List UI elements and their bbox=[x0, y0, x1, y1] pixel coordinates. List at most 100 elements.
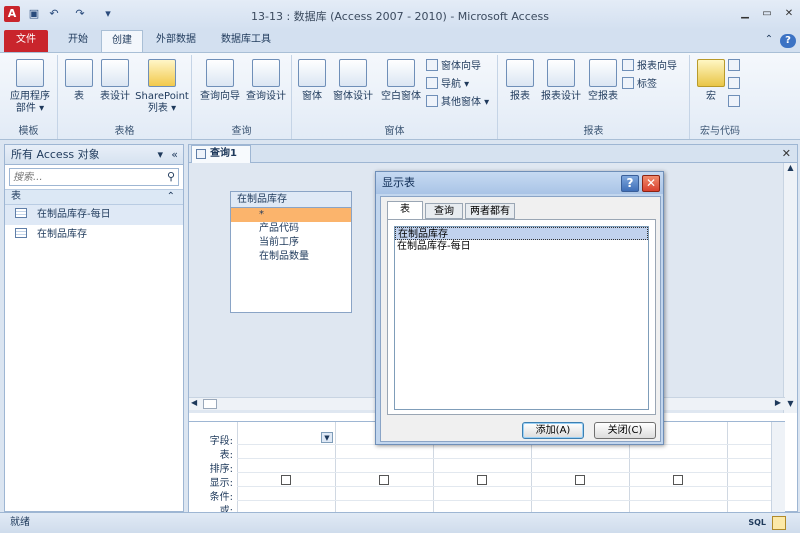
nav-dropdown-icon[interactable]: ▾ bbox=[157, 145, 163, 164]
navigation-button[interactable]: 导航 ▾ bbox=[426, 77, 469, 93]
query-design-button[interactable]: 查询设计 bbox=[244, 59, 288, 103]
field-all[interactable]: * bbox=[231, 208, 351, 222]
group-forms: 窗体 窗体设计 空白窗体 窗体向导 导航 ▾ 其他窗体 ▾ 窗体 bbox=[292, 55, 498, 139]
status-text: 就绪 bbox=[10, 517, 30, 528]
query-design-icon bbox=[252, 59, 280, 87]
field-list-title[interactable]: 在制品库存 bbox=[231, 192, 351, 208]
dialog-tab-both[interactable]: 两者都有 bbox=[465, 203, 515, 219]
nav-item-wip-daily[interactable]: 在制品库存-每日 bbox=[5, 205, 183, 225]
form-button[interactable]: 窗体 bbox=[296, 59, 328, 103]
tab-external-data[interactable]: 外部数据 bbox=[148, 30, 204, 52]
form-icon bbox=[298, 59, 326, 87]
table-icon bbox=[15, 228, 27, 238]
scroll-down-icon[interactable]: ▼ bbox=[784, 399, 797, 413]
class-module-icon[interactable] bbox=[728, 77, 743, 93]
blank-form-button[interactable]: 空白窗体 bbox=[378, 59, 424, 103]
table-button[interactable]: 表 bbox=[62, 59, 96, 103]
restore-button[interactable]: ▭ bbox=[758, 8, 776, 22]
macro-button[interactable]: 宏 bbox=[696, 59, 726, 103]
query-wizard-button[interactable]: 查询向导 bbox=[198, 59, 242, 103]
query-icon bbox=[196, 149, 206, 159]
group-label-macros: 宏与代码 bbox=[700, 126, 740, 137]
tab-file[interactable]: 文件 bbox=[4, 30, 48, 52]
collapse-ribbon-icon[interactable]: ⌃ bbox=[762, 30, 776, 52]
scroll-thumb[interactable] bbox=[203, 399, 217, 409]
report-wizard-button[interactable]: 报表向导 bbox=[622, 59, 677, 75]
sql-view-button[interactable]: SQL bbox=[748, 513, 766, 533]
row-label-sort: 排序: bbox=[209, 464, 233, 475]
close-button[interactable]: 关闭(C) bbox=[594, 422, 656, 439]
tab-home[interactable]: 开始 bbox=[58, 30, 98, 52]
navigation-pane: 所有 Access 对象 ▾ « ⚲ 表 ⌃ 在制品库存-每日 在制品库存 bbox=[4, 144, 184, 512]
tab-create[interactable]: 创建 bbox=[101, 30, 143, 52]
dialog-tab-queries[interactable]: 查询 bbox=[425, 203, 463, 219]
table-listbox[interactable]: 在制品库存 在制品库存-每日 bbox=[394, 226, 649, 410]
module-icon[interactable] bbox=[728, 59, 743, 75]
list-item[interactable]: 在制品库存-每日 bbox=[395, 240, 648, 253]
scroll-left-icon[interactable]: ◀ bbox=[191, 398, 197, 407]
table-design-button[interactable]: 表设计 bbox=[96, 59, 134, 103]
grid-scrollbar[interactable] bbox=[771, 422, 785, 514]
design-view-icon[interactable] bbox=[772, 516, 786, 530]
dialog-title: 显示表 bbox=[382, 176, 415, 189]
field-dropdown-icon[interactable]: ▼ bbox=[321, 432, 333, 443]
scroll-right-icon[interactable]: ▶ bbox=[775, 398, 781, 407]
status-bar: 就绪 SQL bbox=[0, 512, 800, 533]
dialog-close-icon[interactable]: ✕ bbox=[642, 175, 660, 192]
list-item[interactable]: 在制品库存 bbox=[395, 227, 648, 240]
show-checkbox[interactable] bbox=[281, 475, 291, 485]
field-wip-quantity[interactable]: 在制品数量 bbox=[231, 250, 351, 264]
nav-section-tables[interactable]: 表 ⌃ bbox=[5, 189, 183, 205]
report-button[interactable]: 报表 bbox=[504, 59, 536, 103]
vertical-scrollbar[interactable]: ▲ ▼ bbox=[783, 163, 797, 413]
show-checkbox[interactable] bbox=[575, 475, 585, 485]
field-product-code[interactable]: 产品代码 bbox=[231, 222, 351, 236]
more-forms-button[interactable]: 其他窗体 ▾ bbox=[426, 95, 489, 111]
show-checkbox[interactable] bbox=[379, 475, 389, 485]
dialog-help-icon[interactable]: ? bbox=[621, 175, 639, 192]
blank-form-icon bbox=[387, 59, 415, 87]
report-design-button[interactable]: 报表设计 bbox=[538, 59, 584, 103]
minimize-button[interactable]: ▁ bbox=[736, 8, 754, 22]
macro-icon bbox=[697, 59, 725, 87]
table-icon bbox=[65, 59, 93, 87]
shutter-bar-icon[interactable]: « bbox=[171, 145, 178, 164]
group-reports: 报表 报表设计 空报表 报表向导 标签 报表 bbox=[498, 55, 690, 139]
help-icon[interactable]: ? bbox=[780, 34, 796, 48]
search-icon[interactable]: ⚲ bbox=[167, 170, 175, 183]
nav-item-wip[interactable]: 在制品库存 bbox=[5, 225, 183, 245]
field-list-box[interactable]: 在制品库存 * 产品代码 当前工序 在制品数量 bbox=[230, 191, 352, 313]
application-parts-button[interactable]: 应用程序 部件 ▾ bbox=[4, 59, 56, 115]
blank-report-button[interactable]: 空报表 bbox=[584, 59, 622, 103]
ribbon-tabs: 文件 开始 创建 外部数据 数据库工具 ⌃ ? bbox=[0, 30, 800, 52]
form-wizard-icon bbox=[426, 59, 438, 71]
nav-search-box: ⚲ bbox=[9, 168, 179, 186]
collapse-section-icon[interactable]: ⌃ bbox=[167, 190, 175, 204]
add-button[interactable]: 添加(A) bbox=[522, 422, 584, 439]
group-macros: 宏 宏与代码 bbox=[690, 55, 750, 139]
visual-basic-icon[interactable] bbox=[728, 95, 743, 111]
close-document-icon[interactable]: ✕ bbox=[782, 147, 791, 160]
application-parts-icon bbox=[16, 59, 44, 87]
nav-search-input[interactable] bbox=[10, 169, 160, 185]
field-current-process[interactable]: 当前工序 bbox=[231, 236, 351, 250]
show-checkbox[interactable] bbox=[673, 475, 683, 485]
dialog-title-bar[interactable]: 显示表 bbox=[376, 172, 663, 194]
nav-section-label: 表 bbox=[11, 191, 21, 202]
tab-database-tools[interactable]: 数据库工具 bbox=[210, 30, 282, 52]
form-wizard-button[interactable]: 窗体向导 bbox=[426, 59, 481, 75]
tab-query1[interactable]: 查询1 bbox=[191, 145, 251, 163]
report-design-icon bbox=[547, 59, 575, 87]
sharepoint-lists-button[interactable]: SharePoint 列表 ▾ bbox=[134, 59, 190, 115]
dialog-tab-tables[interactable]: 表 bbox=[387, 201, 423, 220]
report-icon bbox=[506, 59, 534, 87]
group-label-forms: 窗体 bbox=[384, 126, 405, 137]
navigation-icon bbox=[426, 77, 438, 89]
labels-button[interactable]: 标签 bbox=[622, 77, 657, 93]
window-title: 13-13 : 数据库 (Access 2007 - 2010) - Micro… bbox=[250, 10, 550, 23]
show-checkbox[interactable] bbox=[477, 475, 487, 485]
form-design-button[interactable]: 窗体设计 bbox=[330, 59, 376, 103]
nav-pane-header[interactable]: 所有 Access 对象 ▾ « bbox=[5, 145, 183, 165]
close-window-button[interactable]: ✕ bbox=[780, 8, 798, 22]
scroll-up-icon[interactable]: ▲ bbox=[784, 163, 797, 177]
